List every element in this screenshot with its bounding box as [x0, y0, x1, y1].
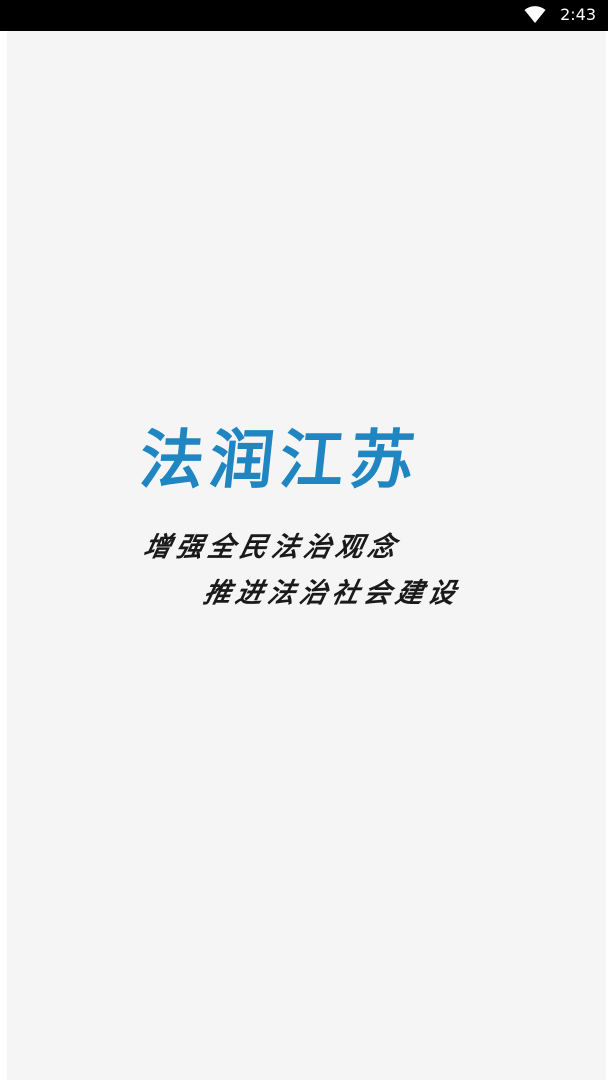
splash-content: 法润江苏 增强全民法治观念 推进法治社会建设	[0, 31, 608, 1080]
app-title: 法润江苏	[136, 423, 424, 498]
slogan-line-1: 增强全民法治观念	[140, 532, 404, 563]
slogan-line-2: 推进法治社会建设	[200, 578, 464, 609]
status-bar: 2:43	[0, 0, 608, 31]
status-time: 2:43	[560, 5, 596, 24]
wifi-icon	[524, 6, 546, 23]
